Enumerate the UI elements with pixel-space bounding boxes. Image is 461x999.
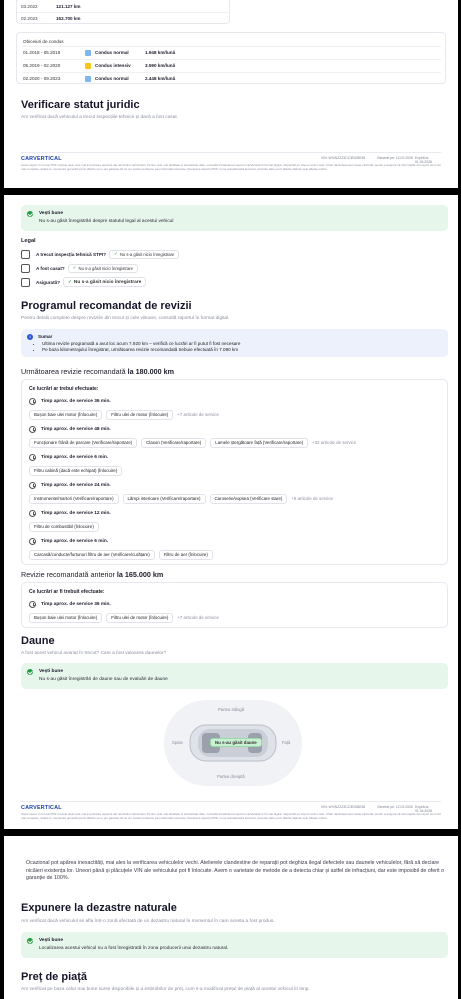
clock-icon [29, 453, 36, 461]
more-items-link[interactable]: +7 articole de service [177, 615, 219, 620]
service-chip: Lamele ștergătoare față (Verificare/rapo… [210, 437, 309, 448]
report-page-3: Ocazional pot apărea inexactități, mai a… [4, 836, 458, 999]
previous-service-box: Ce lucrări ar fi trebuit efectuate: Timp… [21, 582, 448, 628]
summary-box: i Sumar Ultima revizie programată a avut… [21, 329, 448, 357]
scrapped-car-icon [21, 263, 30, 273]
service-chip: Filtru ulei de motor (Înlocuire) [106, 612, 174, 623]
market-price-subtitle: Am verificat pe baza celor mai bune surs… [21, 987, 310, 992]
vin-label: VIN: WVWZZZ3CZJE028036 [321, 156, 366, 160]
summary-item: Pe baza kilometrajului înregistrat, urmă… [42, 347, 240, 353]
generated-date: Generat pe: 12.02.2026 [377, 156, 413, 160]
service-chip: Bușon baie ulei motor (Înlocuire) [29, 612, 103, 623]
disclaimer-text: Acest raport în format PDF conține doar … [21, 163, 441, 171]
service-chip: Instrumente/martori (Verificare/raportar… [29, 493, 119, 504]
service-group: Timp aprox. de service 24 min. Instrumen… [29, 480, 442, 504]
next-service-heading: Următoarea revizie recomandată la 180.00… [21, 367, 175, 376]
service-chip: Lămpi interioare (Verificare/raportare) [122, 493, 206, 504]
clock-icon [29, 425, 36, 433]
no-damage-badge: Nu s-au găsit daune [210, 738, 262, 747]
service-chip: Filtru cabină (dacă este echipat) (Înloc… [29, 465, 123, 476]
clock-icon [29, 397, 36, 405]
status-badge: ✓ Nu s-a găsit nicio înregistrare [109, 249, 180, 259]
service-group: Timp aprox. de service 6 min. Filtru cab… [29, 452, 442, 476]
report-page-2: Vești bune Nu s-au găsit înregistrări de… [4, 195, 458, 829]
left-side-label: Partea stângă [218, 707, 245, 712]
info-icon: i [27, 334, 33, 340]
more-items-link[interactable]: +7 articole de service [177, 412, 219, 417]
intensive-driving-swatch [85, 62, 91, 69]
damage-title: Daune [21, 635, 55, 647]
normal-driving-swatch [85, 75, 91, 82]
disclaimer-text: Acest raport în format PDF conține doar … [21, 812, 441, 820]
service-chip: Claxon (Verificare/raportare) [141, 437, 207, 448]
service-group: Timp aprox. de service 36 min. Bușon bai… [29, 396, 442, 420]
page-footer: CARVERTICAL VIN: WVWZZZ3CZJE028036 Gener… [21, 152, 441, 174]
front-label: Față [282, 740, 291, 745]
legal-row-insured: Asigurată? ✓ Nu s-a găsit nicio înregistr… [21, 276, 147, 288]
legal-section-title: Legal [21, 238, 36, 244]
table-row: 01.2018 - 05.2019 Condus normal 1.948 km… [23, 46, 441, 58]
legal-row-inspection: A trecut inspecția tehnică STPI? ✓ Nu s-a… [21, 248, 180, 260]
check-icon: ✓ [72, 265, 77, 270]
inspection-icon [21, 249, 30, 259]
service-chip: Filtru de aer (Înlocuire) [158, 549, 213, 560]
service-group: Timp aprox. de service 6 min. Carcasă/co… [29, 536, 442, 560]
table-row: 02.2023 152.700 km [17, 12, 229, 24]
insurance-shield-icon [21, 277, 30, 287]
service-group: Timp aprox. de service 12 min. Filtru de… [29, 508, 442, 532]
service-schedule-subtitle: Pentru detalii complete despre reviziile… [21, 316, 230, 321]
normal-driving-swatch [85, 49, 91, 56]
service-chip: Bușon baie ulei motor (Înlocuire) [29, 409, 103, 420]
check-icon: ✓ [68, 279, 72, 284]
legal-good-news-box: Vești bune Nu s-au găsit înregistrări de… [21, 205, 448, 231]
check-circle-icon [27, 669, 33, 675]
back-label: Spate [172, 740, 183, 745]
vin-label: VIN: WVWZZZ3CZJE028036 [321, 805, 366, 809]
clock-icon [29, 600, 36, 608]
page-footer: CARVERTICAL VIN: WVWZZZ3CZJE028036 Gener… [21, 801, 441, 823]
carvertical-logo: CARVERTICAL [21, 805, 62, 811]
damage-good-news-box: Vești bune Nu s-au găsit înregistrări de… [21, 663, 448, 689]
carvertical-logo: CARVERTICAL [21, 156, 62, 162]
report-page-1: 03.2022 121.127 km 02.2023 152.700 km Obic… [4, 0, 458, 188]
table-row: 03.2022 121.127 km [21, 3, 81, 9]
service-schedule-title: Programul recomandat de revizii [21, 300, 192, 312]
damage-subtitle: A fost acest vehicul avariat în trecut? … [21, 651, 167, 656]
service-chip: Carcasă/conducte/furtunuri filtru de aer… [29, 549, 155, 560]
market-price-title: Preț de piață [21, 971, 88, 983]
more-items-link[interactable]: +9 articole de service [291, 496, 333, 501]
odometer-table: 03.2022 121.127 km 02.2023 152.700 km [16, 0, 230, 24]
damage-diagram: Partea stângă Partea dreaptă Față Spate … [164, 700, 302, 786]
status-badge: ✓ Nu s-a găsit nicio înregistrare [63, 277, 147, 287]
check-circle-icon [27, 938, 33, 944]
check-icon: ✓ [114, 251, 118, 256]
clock-icon [29, 537, 36, 545]
table-row: 02.2020 - 09.2023 Condus normal 2.448 km… [23, 72, 441, 84]
clock-icon [29, 509, 36, 517]
driving-habits-title: Obiceiuri de condus [23, 39, 64, 44]
clock-icon [29, 481, 36, 489]
driving-habits-box: Obiceiuri de condus 01.2018 - 05.2019 Co… [16, 32, 446, 84]
legal-status-subtitle: Am verificat dacă vehiculul a trecut ins… [21, 115, 179, 120]
right-side-label: Partea dreaptă [217, 774, 245, 779]
disaster-good-news-box: Vești bune Localizarea acestui vehicul n… [21, 932, 448, 958]
service-chip: Caroserie/vopsea (Verificare stare) [209, 493, 288, 504]
service-chip: Filtru de combustibil (Înlocuire) [29, 521, 99, 532]
next-service-box: Ce lucrări ar trebui efectuate: Timp apr… [21, 379, 448, 565]
service-chip: Funcționare frână de parcare (Verificare… [29, 437, 138, 448]
service-group: Timp aprox. de service 36 min. Bușon bai… [29, 599, 442, 623]
check-circle-icon [27, 211, 33, 217]
more-items-link[interactable]: +32 articole de service [312, 440, 356, 445]
status-badge: ✓ Nu s-a găsit nicio înregistrare [67, 263, 139, 273]
table-row: 05.2019 - 02.2020 Condus intensiv 3.590 … [23, 59, 441, 71]
service-group: Timp aprox. de service 48 min. Funcționa… [29, 424, 442, 448]
accuracy-notice: Ocazional pot apărea inexactități, mai a… [26, 860, 444, 882]
natural-disaster-title: Expunere la dezastre naturale [21, 902, 177, 914]
legal-status-title: Verificare statut juridic [21, 99, 140, 111]
previous-service-heading: Revizie recomandată anterior la 165.000 … [21, 570, 164, 579]
natural-disaster-subtitle: Am verificat dacă vehiculul se afla într… [21, 919, 275, 924]
legal-row-scrapped: A fost casat? ✓ Nu s-a găsit nicio înregi… [21, 262, 139, 274]
service-chip: Filtru ulei de motor (Înlocuire) [106, 409, 174, 420]
generated-date: Generat pe: 12.02.2026 [377, 805, 413, 809]
